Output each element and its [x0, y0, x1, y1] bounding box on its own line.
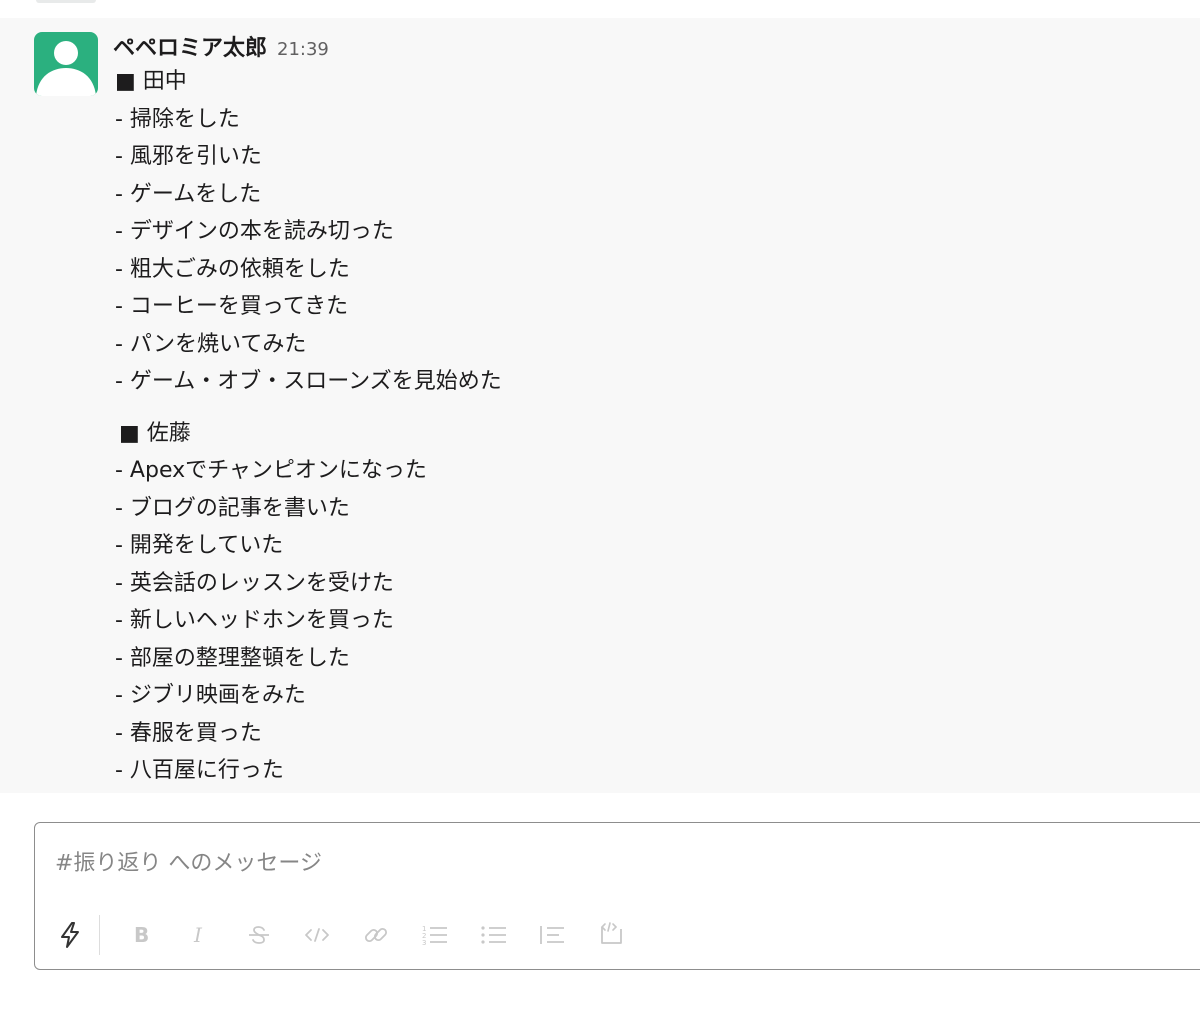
- svg-text:B: B: [134, 923, 149, 947]
- link-icon[interactable]: [359, 911, 393, 959]
- list-item: - 部屋の整理整頓をした: [115, 645, 350, 671]
- list-item: - 掃除をした: [115, 106, 240, 132]
- blockquote-icon[interactable]: [535, 911, 569, 959]
- list-item: - コーヒーを買ってきた: [115, 294, 349, 319]
- message-header: ペペロミア太郎 21:39: [113, 30, 329, 61]
- section-divider: [115, 401, 1115, 415]
- message-composer[interactable]: #振り返り へのメッセージ B I 1 2 3: [34, 822, 1200, 970]
- message-input[interactable]: #振り返り へのメッセージ: [55, 845, 322, 877]
- shortcuts-lightning-icon[interactable]: [53, 911, 87, 959]
- previous-avatar-edge: [36, 0, 96, 3]
- list-item: - ジブリ映画をみた: [115, 683, 306, 708]
- list-item: - ゲームをした: [115, 181, 262, 207]
- formatting-toolbar: B I 1 2 3: [35, 911, 835, 959]
- list-item: - パンを焼いてみた: [115, 331, 307, 357]
- strikethrough-icon[interactable]: [242, 911, 276, 959]
- list-item: - 新しいヘッドホンを買った: [115, 608, 394, 633]
- code-icon[interactable]: [300, 911, 334, 959]
- code-block-icon[interactable]: [594, 911, 628, 959]
- list-item: - デザインの本を読み切った: [115, 219, 394, 244]
- svg-text:3: 3: [422, 939, 426, 947]
- list-item: - 粗大ごみの依頼をした: [115, 256, 350, 282]
- message-timestamp[interactable]: 21:39: [277, 39, 329, 60]
- previous-message-edge: [0, 0, 1200, 18]
- list-item: - ブログの記事を書いた: [115, 495, 350, 521]
- list-item: - 八百屋に行った: [115, 758, 284, 783]
- list-item: - Apexでチャンピオンになった: [115, 458, 427, 483]
- list-item: - 開発をしていた: [115, 533, 284, 558]
- message-body: ■ 田中 - 掃除をした - 風邪を引いた - ゲームをした - デザインの本を…: [115, 63, 1115, 790]
- list-item: - 英会話のレッスンを受けた: [115, 570, 394, 596]
- user-silhouette-icon: [36, 41, 96, 96]
- bold-icon[interactable]: B: [125, 911, 159, 959]
- section-heading: ■ 田中: [115, 69, 187, 94]
- toolbar-divider: [99, 915, 100, 955]
- list-item: - 風邪を引いた: [115, 144, 262, 169]
- svg-text:I: I: [193, 923, 203, 947]
- ordered-list-icon[interactable]: 1 2 3: [418, 911, 452, 959]
- list-item: - ゲーム・オブ・スローンズを見始めた: [115, 369, 502, 394]
- bulleted-list-icon[interactable]: [477, 911, 511, 959]
- message-item[interactable]: ペペロミア太郎 21:39 ■ 田中 - 掃除をした - 風邪を引いた - ゲーム…: [0, 18, 1200, 793]
- italic-icon[interactable]: I: [183, 911, 217, 959]
- avatar[interactable]: [34, 32, 98, 96]
- list-item: - 春服を買った: [115, 720, 262, 746]
- section-heading: ■ 佐藤: [119, 420, 191, 446]
- sender-name[interactable]: ペペロミア太郎: [113, 36, 267, 61]
